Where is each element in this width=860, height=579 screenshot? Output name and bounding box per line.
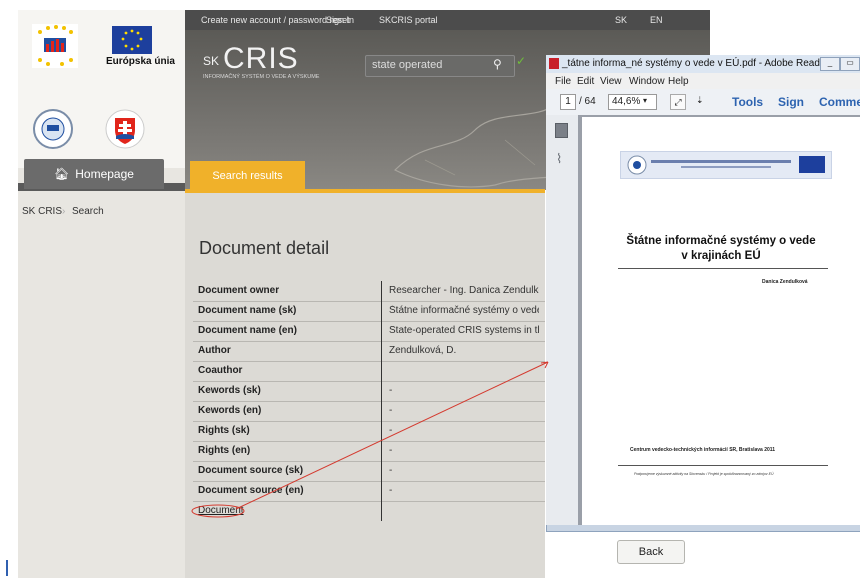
annotation-arrow-line bbox=[235, 361, 549, 510]
annotation-circle bbox=[191, 504, 245, 518]
annotation-overlay bbox=[191, 361, 549, 518]
